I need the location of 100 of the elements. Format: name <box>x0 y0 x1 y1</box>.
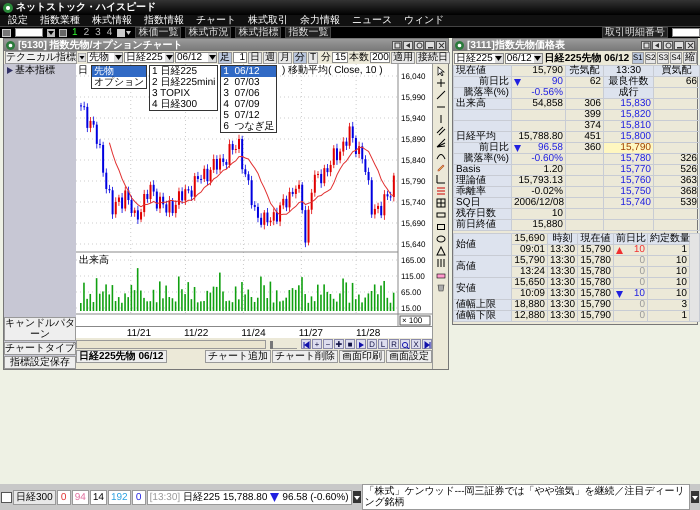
dropdown-option[interactable]: 2 07/03 <box>221 77 276 88</box>
chart-nav-button[interactable]: X <box>411 339 421 349</box>
symbol-field[interactable] <box>15 28 43 37</box>
period-button[interactable]: 週 <box>263 52 277 64</box>
chart-nav-button[interactable]: − <box>323 339 333 349</box>
row-label: 理論値 <box>454 176 512 186</box>
chart-nav-button[interactable]: ✚ <box>334 339 344 349</box>
chart-nav-button[interactable] <box>422 339 432 349</box>
chart-action-button[interactable]: 画面設定 <box>386 350 432 363</box>
chart-nav-button[interactable] <box>356 339 366 349</box>
row-label: 騰落率(%) <box>454 154 512 164</box>
page-tab[interactable]: 1 <box>71 27 79 38</box>
dropdown-option[interactable]: 1 06/12 <box>221 66 276 77</box>
toolbar-button[interactable]: 株式市況 <box>185 27 232 38</box>
interval-field[interactable]: 15 <box>332 52 348 63</box>
menu-item[interactable]: 指数情報 <box>144 15 184 26</box>
menu-item[interactable]: 指数業種 <box>40 15 80 26</box>
dropdown-option[interactable]: 2 日経225mini <box>150 77 218 88</box>
menu-item[interactable]: 余力情報 <box>300 15 340 26</box>
window-button[interactable] <box>652 40 662 50</box>
period-button[interactable]: 分 <box>293 52 307 64</box>
table-cell: 306 <box>566 98 604 110</box>
symbol-tab[interactable]: 日経225先物 06/12 <box>76 350 166 363</box>
scrollbar[interactable] <box>690 234 700 322</box>
menu-item[interactable]: 設定 <box>8 15 28 26</box>
menu-item[interactable]: チャート <box>196 15 236 26</box>
page-tab[interactable]: 2 <box>82 27 90 38</box>
dropdown-option[interactable]: 3 07/06 <box>221 88 276 99</box>
select-field[interactable]: 日経225 <box>124 52 174 63</box>
dropdown-option[interactable]: 4 日経300 <box>150 99 218 110</box>
sidebar-button[interactable]: キャンドルパターン <box>4 317 76 341</box>
apply-button[interactable]: 適用 <box>391 52 416 64</box>
number-field[interactable] <box>672 28 700 37</box>
link-button[interactable]: 接続日 <box>416 52 450 64</box>
chart-action-button[interactable]: チャート削除 <box>272 350 338 363</box>
checkbox[interactable] <box>1 492 12 502</box>
window-button[interactable] <box>425 40 435 50</box>
chart-nav-button[interactable] <box>400 339 410 349</box>
select-field[interactable]: 06/12 <box>175 52 217 63</box>
slider-thumb[interactable] <box>270 340 273 348</box>
dropdown-option[interactable]: 3 TOPIX <box>150 88 218 99</box>
period-button[interactable]: 月 <box>278 52 292 64</box>
select-field[interactable]: 先物 <box>87 52 123 63</box>
window-button[interactable] <box>392 40 402 50</box>
menu-item[interactable]: ウィンド <box>404 15 444 26</box>
count-field[interactable]: 200 <box>370 52 390 63</box>
page-tab[interactable]: 4 <box>106 27 114 38</box>
chart-nav-button[interactable]: + <box>312 339 322 349</box>
dropdown-option[interactable]: 先物 <box>92 66 146 77</box>
table-cell: 15,793.13 <box>512 176 566 186</box>
menu-item[interactable]: 株式情報 <box>92 15 132 26</box>
menu-item[interactable]: ニュース <box>352 15 392 26</box>
table-cell: 15,690 <box>512 234 548 244</box>
chart-nav-button[interactable]: L <box>378 339 388 349</box>
view-button[interactable]: S2 <box>644 52 656 64</box>
sidebar-button[interactable]: 指標設定保存 <box>4 356 76 369</box>
dropdown-option[interactable]: 5 07/12 <box>221 110 276 121</box>
sidebar-button[interactable]: チャートタイプ <box>4 342 76 355</box>
chart-nav-button[interactable] <box>301 339 311 349</box>
window-button[interactable] <box>414 40 424 50</box>
dropdown-option[interactable]: 4 07/09 <box>221 99 276 110</box>
toolbar-button[interactable]: 株式指標 <box>235 27 282 38</box>
window-button[interactable] <box>663 40 673 50</box>
dropdown-option[interactable]: 1 日経225 <box>150 66 218 77</box>
axis-label: 16,040 <box>401 72 426 81</box>
table-cell: -0.56% <box>512 88 566 98</box>
indicator-button[interactable]: テクニカル指標 <box>5 51 77 64</box>
toolbar-button[interactable]: 指数一覧 <box>285 27 332 38</box>
scrollbar[interactable] <box>76 340 266 348</box>
view-button[interactable]: S3 <box>657 52 670 64</box>
view-button[interactable]: S1 <box>632 52 644 64</box>
chart-nav-button[interactable]: ■ <box>345 339 355 349</box>
toolbar-button[interactable]: 株価一覧 <box>135 27 182 38</box>
row-label: 騰落率(%) <box>454 88 512 98</box>
window-button[interactable] <box>674 40 684 50</box>
table-cell: 13:30 <box>548 266 578 278</box>
bar-count-field[interactable]: 1 <box>233 52 247 63</box>
chart-action-button[interactable]: 画面印刷 <box>339 350 385 363</box>
select-field[interactable]: 06/12 <box>504 52 543 64</box>
window-button[interactable] <box>641 40 651 50</box>
dropdown-option[interactable]: オプション <box>92 77 146 88</box>
page-tab[interactable]: 3 <box>94 27 102 38</box>
chart-nav-button[interactable]: D <box>367 339 377 349</box>
chart-action-button[interactable]: チャート追加 <box>205 350 271 363</box>
select-field[interactable]: 日経225 <box>454 52 504 64</box>
chart-nav-button[interactable]: R <box>389 339 399 349</box>
toolbar-button[interactable]: 取引明細番号 <box>602 27 668 38</box>
window-button[interactable] <box>436 40 446 50</box>
dropdown-option[interactable]: 6 つなぎ足 <box>221 121 276 132</box>
view-button[interactable]: S4 <box>670 52 682 64</box>
tree-item[interactable]: 基本指標 <box>15 65 55 76</box>
period-button[interactable]: 日 <box>248 52 262 64</box>
bar-type-button[interactable]: 足 <box>218 52 232 64</box>
interval-label: 分 <box>321 52 332 63</box>
window-button[interactable] <box>685 40 695 50</box>
view-button[interactable]: 縮 <box>683 52 697 64</box>
menu-item[interactable]: 株式取引 <box>248 15 288 26</box>
period-button[interactable]: T <box>308 52 318 64</box>
count-cell: 94 <box>72 490 89 504</box>
window-button[interactable] <box>403 40 413 50</box>
